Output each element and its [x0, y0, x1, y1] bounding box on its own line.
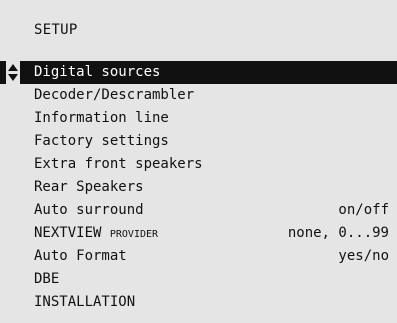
menu-item-value: yes/no — [338, 248, 389, 264]
menu-item-label: Factory settings — [34, 133, 169, 149]
menu-item-label: Auto surround — [34, 202, 144, 218]
menu-item-value: none, 0...99 — [287, 225, 389, 241]
menu-item-digital-sources[interactable]: Digital sources — [0, 61, 397, 84]
menu-item-label: Auto Format — [34, 248, 127, 264]
menu-item-decoder-descrambler[interactable]: Decoder/Descrambler — [0, 84, 397, 107]
up-down-arrows-icon — [6, 61, 20, 84]
menu-item-nextview-provider[interactable]: NEXTVIEW provider none, 0...99 — [0, 222, 397, 245]
menu-item-label: Information line — [34, 110, 169, 126]
menu-item-installation[interactable]: INSTALLATION — [0, 291, 397, 314]
menu-item-label: DBE — [34, 271, 60, 287]
menu-item-value: on/off — [338, 202, 389, 218]
menu-item-information-line[interactable]: Information line — [0, 107, 397, 130]
menu-item-auto-format[interactable]: Auto Format yes/no — [0, 245, 397, 268]
menu-item-dbe[interactable]: DBE — [0, 268, 397, 291]
menu-item-extra-front-speakers[interactable]: Extra front speakers — [0, 153, 397, 176]
menu-item-label: INSTALLATION — [34, 294, 136, 310]
menu-item-label: NEXTVIEW provider — [34, 225, 159, 241]
menu-title: SETUP — [34, 22, 78, 38]
setup-menu-list: Digital sources Decoder/Descrambler Info… — [0, 61, 397, 314]
menu-item-label: Rear Speakers — [34, 179, 144, 195]
menu-item-factory-settings[interactable]: Factory settings — [0, 130, 397, 153]
menu-item-label: Digital sources — [34, 64, 161, 80]
menu-item-label: Extra front speakers — [34, 156, 203, 172]
menu-item-auto-surround[interactable]: Auto surround on/off — [0, 199, 397, 222]
menu-item-rear-speakers[interactable]: Rear Speakers — [0, 176, 397, 199]
setup-menu-screen: SETUP Digital sources Decoder/Descramble… — [0, 0, 397, 323]
menu-item-label: Decoder/Descrambler — [34, 87, 195, 103]
